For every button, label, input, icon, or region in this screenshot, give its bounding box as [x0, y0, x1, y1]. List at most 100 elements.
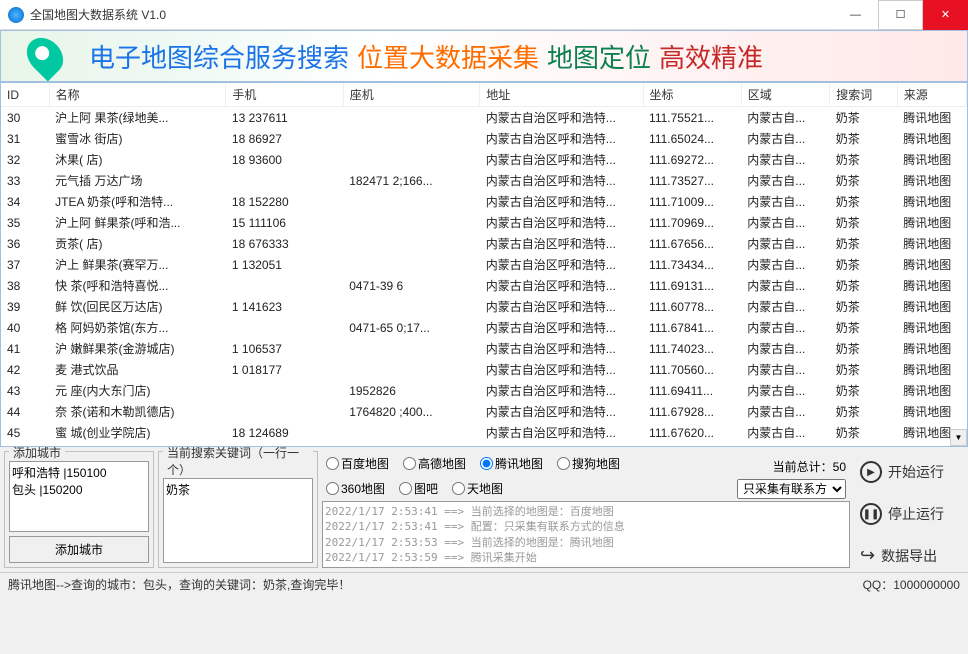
cell-src: 腾讯地图	[897, 401, 966, 422]
cell-name: 茶物 彩城购物中心店	[49, 443, 226, 447]
cell-coord: 111.66340...	[643, 443, 741, 447]
table-row[interactable]: 33元气插 万达广场182471 2;166...内蒙古自治区呼和浩特...11…	[1, 170, 967, 191]
cell-phone: 18 93600	[226, 149, 343, 170]
banner-text-4: 高效精准	[659, 38, 763, 75]
minimize-button[interactable]: —	[833, 0, 878, 30]
column-header[interactable]: 地址	[480, 83, 643, 107]
cell-kw: 奶茶	[830, 359, 897, 380]
cell-name: 沪 嫩鲜果茶(金游城店)	[49, 338, 226, 359]
cell-addr: 内蒙古自治区呼和浩特...	[480, 317, 643, 338]
cell-addr: 内蒙古自治区呼和浩特...	[480, 275, 643, 296]
cell-area: 内蒙古自...	[741, 107, 829, 129]
cell-name: 蜜雪冰 街店)	[49, 128, 226, 149]
data-table-container[interactable]: ID名称手机座机地址坐标区域搜索词来源 30沪上阿 果茶(绿地美...13 23…	[0, 82, 968, 447]
map-radio[interactable]: 百度地图	[326, 455, 389, 472]
column-header[interactable]: 手机	[226, 83, 343, 107]
cell-id: 40	[1, 317, 49, 338]
cell-name: 元 座(内大东门店)	[49, 380, 226, 401]
cell-id: 46	[1, 443, 49, 447]
table-row[interactable]: 32沐果( 店)18 93600 内蒙古自治区呼和浩特...111.69272..…	[1, 149, 967, 170]
city-textarea[interactable]	[9, 461, 149, 532]
cell-addr: 内蒙古自治区呼和浩特...	[480, 212, 643, 233]
column-header[interactable]: 区域	[741, 83, 829, 107]
cell-area: 内蒙古自...	[741, 380, 829, 401]
table-row[interactable]: 38快 茶(呼和浩特喜悦...0471-39 6内蒙古自治区呼和浩特...111…	[1, 275, 967, 296]
cell-kw: 奶茶	[830, 380, 897, 401]
cell-kw: 奶茶	[830, 422, 897, 443]
window-title: 全国地图大数据系统 V1.0	[30, 6, 833, 23]
column-header[interactable]: 座机	[343, 83, 480, 107]
table-row[interactable]: 34JTEA 奶茶(呼和浩特...18 152280内蒙古自治区呼和浩特...1…	[1, 191, 967, 212]
cell-id: 35	[1, 212, 49, 233]
table-row[interactable]: 30沪上阿 果茶(绿地美...13 237611内蒙古自治区呼和浩特...111…	[1, 107, 967, 129]
map-radio-row-1: 百度地图高德地图腾讯地图搜狗地图	[322, 451, 733, 476]
map-radio[interactable]: 腾讯地图	[480, 455, 543, 472]
cell-phone	[226, 275, 343, 296]
cell-area: 内蒙古自...	[741, 401, 829, 422]
table-row[interactable]: 46茶物 彩城购物中心店15 65709内蒙古自治区呼和浩特...111.663…	[1, 443, 967, 447]
cell-coord: 111.67928...	[643, 401, 741, 422]
cell-addr: 内蒙古自治区呼和浩特...	[480, 149, 643, 170]
cell-addr: 内蒙古自治区呼和浩特...	[480, 128, 643, 149]
column-header[interactable]: 名称	[49, 83, 226, 107]
cell-addr: 内蒙古自治区呼和浩特...	[480, 338, 643, 359]
maximize-button[interactable]: ☐	[878, 0, 923, 30]
stop-button[interactable]: ❚❚ 停止运行	[858, 497, 960, 531]
column-header[interactable]: 搜索词	[830, 83, 897, 107]
map-radio[interactable]: 搜狗地图	[557, 455, 620, 472]
cell-src: 腾讯地图	[897, 191, 966, 212]
cell-coord: 111.69131...	[643, 275, 741, 296]
pause-icon: ❚❚	[860, 503, 882, 525]
table-row[interactable]: 42麦 港式饮品1 018177内蒙古自治区呼和浩特...111.70560..…	[1, 359, 967, 380]
table-row[interactable]: 41沪 嫩鲜果茶(金游城店)1 106537内蒙古自治区呼和浩特...111.7…	[1, 338, 967, 359]
map-radio[interactable]: 360地图	[326, 480, 385, 497]
table-row[interactable]: 45蜜 城(创业学院店)18 124689内蒙古自治区呼和浩特...111.67…	[1, 422, 967, 443]
map-radio[interactable]: 高德地图	[403, 455, 466, 472]
column-header[interactable]: ID	[1, 83, 49, 107]
cell-kw: 奶茶	[830, 107, 897, 129]
start-button[interactable]: ▶ 开始运行	[858, 455, 960, 489]
banner: 电子地图综合服务搜索 位置大数据采集 地图定位 高效精准	[0, 30, 968, 82]
table-row[interactable]: 43元 座(内大东门店)1952826内蒙古自治区呼和浩特...111.6941…	[1, 380, 967, 401]
cell-id: 32	[1, 149, 49, 170]
column-header[interactable]: 坐标	[643, 83, 741, 107]
table-row[interactable]: 39鲜 饮(回民区万达店)1 141623内蒙古自治区呼和浩特...111.60…	[1, 296, 967, 317]
action-panel: ▶ 开始运行 ❚❚ 停止运行 ↪ 数据导出	[854, 451, 964, 568]
cell-id: 43	[1, 380, 49, 401]
cell-kw: 奶茶	[830, 128, 897, 149]
close-button[interactable]: ✕	[923, 0, 968, 30]
cell-src: 腾讯地图	[897, 254, 966, 275]
cell-name: 沐果( 店)	[49, 149, 226, 170]
table-row[interactable]: 44奈 茶(诺和木勒凯德店)1764820 ;400...内蒙古自治区呼和浩特.…	[1, 401, 967, 422]
cell-area: 内蒙古自...	[741, 170, 829, 191]
cell-area: 内蒙古自...	[741, 212, 829, 233]
cell-coord: 111.69272...	[643, 149, 741, 170]
column-header[interactable]: 来源	[897, 83, 966, 107]
map-radio[interactable]: 图吧	[399, 480, 438, 497]
cell-phone: 15 65709	[226, 443, 343, 447]
cell-phone: 18 86927	[226, 128, 343, 149]
filter-select[interactable]: 只采集有联系方	[737, 479, 846, 499]
cell-name: 格 阿妈奶茶馆(东方...	[49, 317, 226, 338]
cell-coord: 111.65024...	[643, 128, 741, 149]
map-radio[interactable]: 天地图	[452, 480, 503, 497]
add-city-button[interactable]: 添加城市	[9, 536, 149, 563]
table-row[interactable]: 36贡茶( 店)18 676333内蒙古自治区呼和浩特...111.67656.…	[1, 233, 967, 254]
table-row[interactable]: 37沪上 鲜果茶(赛罕万...1 132051内蒙古自治区呼和浩特...111.…	[1, 254, 967, 275]
cell-phone	[226, 380, 343, 401]
cell-kw: 奶茶	[830, 443, 897, 447]
scroll-down-icon[interactable]: ▼	[950, 429, 967, 446]
keyword-textarea[interactable]	[163, 478, 313, 563]
table-row[interactable]: 35沪上阿 鲜果茶(呼和浩...15 111106内蒙古自治区呼和浩特...11…	[1, 212, 967, 233]
table-row[interactable]: 40格 阿妈奶茶馆(东方...0471-65 0;17...内蒙古自治区呼和浩特…	[1, 317, 967, 338]
log-box[interactable]: 2022/1/17 2:53:41 ==> 当前选择的地图是：百度地图2022/…	[322, 501, 850, 568]
table-row[interactable]: 31蜜雪冰 街店)18 86927内蒙古自治区呼和浩特...111.65024.…	[1, 128, 967, 149]
cell-area: 内蒙古自...	[741, 275, 829, 296]
cell-coord: 111.67841...	[643, 317, 741, 338]
cell-phone: 18 152280	[226, 191, 343, 212]
cell-name: 麦 港式饮品	[49, 359, 226, 380]
qq-label: QQ：1000000000	[863, 576, 960, 593]
export-button[interactable]: ↪ 数据导出	[858, 539, 960, 572]
cell-name: 沪上阿 果茶(绿地美...	[49, 107, 226, 129]
play-icon: ▶	[860, 461, 882, 483]
